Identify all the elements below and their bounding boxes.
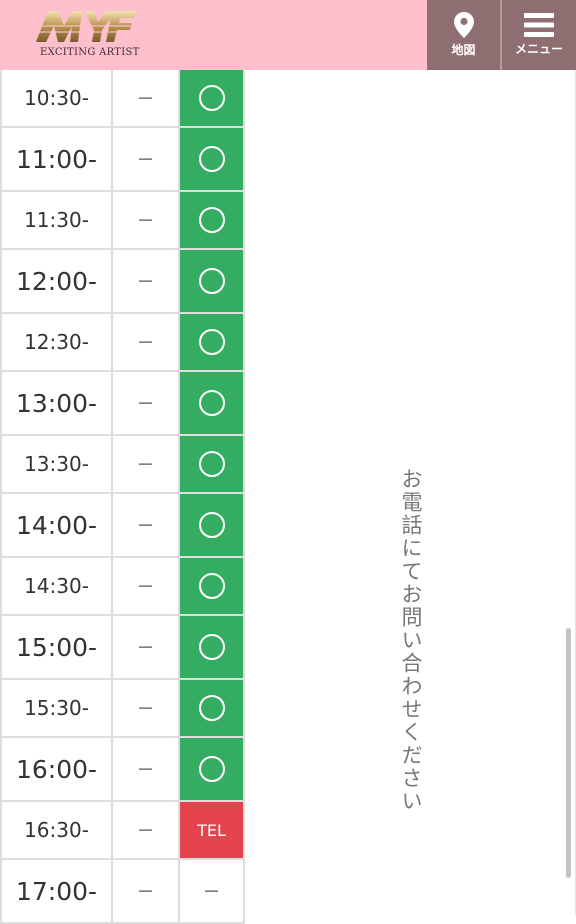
table-row: 15:00- － — [0, 616, 245, 680]
table-row: 10:30- － — [0, 70, 245, 128]
logo-mark-icon — [34, 11, 138, 42]
table-row: 12:00- － — [0, 250, 245, 314]
slot-dash: － — [113, 436, 180, 492]
available-circle-icon — [198, 451, 225, 477]
available-circle-icon — [198, 268, 225, 294]
table-row: 15:30- － — [0, 680, 245, 738]
time-slot-label: 11:00- — [0, 128, 113, 190]
slot-dash: － — [113, 372, 180, 434]
time-slot-label: 14:00- — [0, 494, 113, 556]
available-slot[interactable] — [180, 192, 245, 248]
available-circle-icon — [198, 695, 225, 721]
schedule-table: 10:30- － 11:00- － 11:30- － 12:00- － 12:30- － 13:00… — [0, 70, 245, 924]
hamburger-menu-icon — [524, 13, 554, 37]
available-circle-icon — [198, 329, 225, 355]
map-button[interactable]: 地図 — [427, 0, 500, 70]
available-slot[interactable] — [180, 372, 245, 434]
time-slot-label: 17:00- — [0, 860, 113, 922]
slot-dash: － — [113, 70, 180, 126]
available-circle-icon — [198, 756, 225, 782]
menu-button[interactable]: メニュー — [502, 0, 576, 70]
slot-dash: － — [113, 680, 180, 736]
table-row: 13:00- － — [0, 372, 245, 436]
time-slot-label: 13:30- — [0, 436, 113, 492]
available-circle-icon — [198, 85, 225, 111]
map-button-label: 地図 — [451, 43, 476, 57]
available-slot[interactable] — [180, 250, 245, 312]
slot-dash: － — [113, 250, 180, 312]
slot-dash: － — [113, 192, 180, 248]
table-row: 17:00- －－ — [0, 860, 245, 924]
time-slot-label: 14:30- — [0, 558, 113, 614]
available-circle-icon — [198, 512, 225, 538]
available-slot[interactable] — [180, 128, 245, 190]
slot-dash: － — [113, 128, 180, 190]
table-row: 11:30- － — [0, 192, 245, 250]
available-slot[interactable] — [180, 494, 245, 556]
available-circle-icon — [198, 207, 225, 233]
table-row: 14:00- － — [0, 494, 245, 558]
slot-dash: － — [113, 738, 180, 800]
time-slot-label: 16:00- — [0, 738, 113, 800]
time-slot-label: 11:30- — [0, 192, 113, 248]
table-row: 12:30- － — [0, 314, 245, 372]
logo[interactable]: EXCITING ARTIST — [34, 8, 140, 62]
time-slot-label: 12:00- — [0, 250, 113, 312]
slot-dash: － — [113, 314, 180, 370]
menu-button-label: メニュー — [514, 42, 563, 56]
available-slot[interactable] — [180, 314, 245, 370]
available-slot[interactable] — [180, 616, 245, 678]
site-header: EXCITING ARTIST 地図 メニュー — [0, 0, 576, 70]
time-slot-label: 12:30- — [0, 314, 113, 370]
slot-dash: － — [113, 802, 180, 858]
available-circle-icon — [198, 390, 225, 416]
available-slot[interactable] — [180, 70, 245, 126]
table-row: 11:00- － — [0, 128, 245, 192]
time-slot-label: 10:30- — [0, 70, 113, 126]
scrollbar[interactable] — [566, 628, 571, 878]
slot-dash: － — [113, 860, 180, 922]
slot-dash: － — [113, 494, 180, 556]
available-circle-icon — [198, 573, 225, 599]
table-row: 14:30- － — [0, 558, 245, 616]
available-slot[interactable] — [180, 436, 245, 492]
logo-tagline: EXCITING ARTIST — [40, 47, 140, 58]
table-row: 16:30- － TEL — [0, 802, 245, 860]
contact-notice: お電話にてお問い合わせください — [399, 468, 423, 813]
time-slot-label: 15:30- — [0, 680, 113, 736]
tel-slot[interactable]: TEL — [180, 802, 245, 858]
time-slot-label: 13:00- — [0, 372, 113, 434]
table-row: 13:30- － — [0, 436, 245, 494]
slot-dash: － — [113, 616, 180, 678]
time-slot-label: 16:30- — [0, 802, 113, 858]
available-slot[interactable] — [180, 738, 245, 800]
available-circle-icon — [198, 146, 225, 172]
available-slot[interactable] — [180, 558, 245, 614]
table-row: 16:00- － — [0, 738, 245, 802]
available-circle-icon — [198, 634, 225, 660]
available-slot[interactable] — [180, 680, 245, 736]
slot-dash: － — [113, 558, 180, 614]
time-slot-label: 15:00- — [0, 616, 113, 678]
map-pin-icon — [453, 12, 474, 38]
unavailable-slot: － — [180, 860, 245, 922]
